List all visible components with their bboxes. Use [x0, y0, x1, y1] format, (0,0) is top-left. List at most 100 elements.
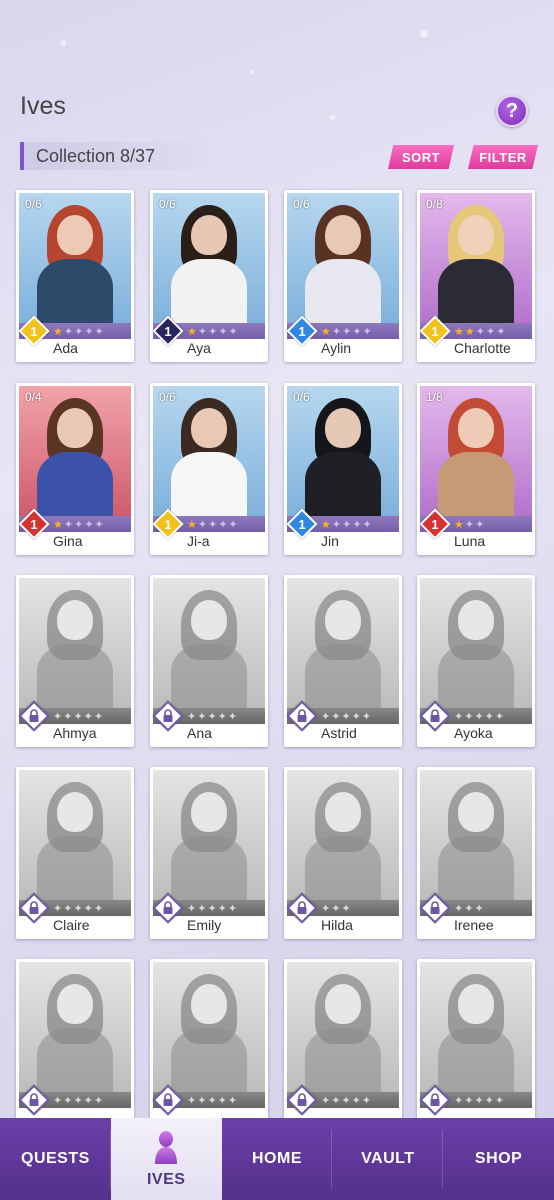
character-portrait	[287, 962, 399, 1092]
star-empty-icon: ✦	[73, 710, 83, 723]
star-empty-icon: ✦	[321, 902, 331, 915]
character-portrait: 0/6	[287, 386, 399, 516]
star-empty-icon: ✦	[208, 325, 218, 338]
star-empty-icon: ✦	[83, 902, 93, 915]
star-empty-icon: ✦	[474, 902, 484, 915]
lock-icon	[424, 1089, 446, 1111]
nav-home[interactable]: HOME	[222, 1118, 333, 1200]
character-name: Ahmya	[53, 725, 97, 741]
character-card[interactable]: ✦ ✦ ✦ ✦ ✦	[417, 959, 535, 1131]
character-card[interactable]: ✦ ✦ ✦ ✦ ✦	[284, 959, 402, 1131]
character-card[interactable]: ✦ ✦ ✦ ✦ ✦ Astrid	[284, 575, 402, 747]
character-name: Luna	[454, 533, 486, 549]
character-card[interactable]: 0/6 ★ ✦ ✦ ✦ ✦ Jin 1	[284, 383, 402, 555]
character-card[interactable]: 0/6 ★ ✦ ✦ ✦ ✦ Ji-a 1	[150, 383, 268, 555]
character-card[interactable]: 0/8 ★ ★ ✦ ✦ ✦ Charlotte 1	[417, 190, 535, 362]
star-empty-icon: ✦	[187, 902, 197, 915]
star-empty-icon: ✦	[341, 710, 351, 723]
lock-icon	[157, 1089, 179, 1111]
star-empty-icon: ✦	[197, 710, 207, 723]
card-progress: 0/6	[159, 390, 176, 404]
star-filled-icon: ★	[454, 518, 464, 531]
star-empty-icon: ✦	[485, 325, 496, 338]
star-empty-icon: ✦	[218, 518, 228, 531]
character-card[interactable]: ✦ ✦ ✦ ✦ ✦ Ahmya	[16, 575, 134, 747]
star-empty-icon: ✦	[321, 710, 331, 723]
level-number: 1	[30, 516, 38, 532]
character-name: Ji-a	[187, 533, 210, 549]
card-progress: 0/8	[426, 197, 443, 211]
star-empty-icon: ✦	[93, 1094, 104, 1107]
lock-icon	[23, 1089, 45, 1111]
character-name: Hilda	[321, 917, 353, 933]
character-card[interactable]: ✦ ✦ ✦ ✦ ✦ Ayoka	[417, 575, 535, 747]
star-empty-icon: ✦	[454, 710, 464, 723]
star-empty-icon: ✦	[217, 1094, 227, 1107]
star-empty-icon: ✦	[208, 518, 218, 531]
star-empty-icon: ✦	[63, 1094, 73, 1107]
star-empty-icon: ✦	[217, 710, 227, 723]
character-portrait: 0/4	[19, 386, 131, 516]
star-empty-icon: ✦	[331, 710, 341, 723]
character-card[interactable]: ✦ ✦ ✦ ✦ ✦	[16, 959, 134, 1131]
character-name: Irenee	[454, 917, 494, 933]
nav-label: IVES	[146, 1170, 186, 1188]
star-empty-icon: ✦	[197, 325, 208, 338]
character-portrait	[153, 578, 265, 708]
card-progress: 0/6	[293, 197, 310, 211]
star-empty-icon: ✦	[464, 902, 474, 915]
character-card[interactable]: ✦ ✦ ✦ ✦ ✦ Ana	[150, 575, 268, 747]
star-empty-icon: ✦	[361, 710, 372, 723]
star-empty-icon: ✦	[207, 710, 217, 723]
star-empty-icon: ✦	[341, 902, 351, 915]
character-name: Aya	[187, 340, 211, 356]
lock-icon	[23, 705, 45, 727]
level-number: 1	[30, 323, 38, 339]
lock-icon	[157, 705, 179, 727]
character-card[interactable]: ✦ ✦ ✦ ✦ ✦ Claire	[16, 767, 134, 939]
lock-icon	[424, 897, 446, 919]
star-filled-icon: ★	[464, 325, 475, 338]
star-empty-icon: ✦	[207, 902, 217, 915]
star-empty-icon: ✦	[93, 902, 104, 915]
nav-vault[interactable]: VAULT	[332, 1118, 444, 1200]
character-card[interactable]: ✦ ✦ ✦ ✦ ✦	[150, 959, 268, 1131]
character-name: Gina	[53, 533, 83, 549]
star-empty-icon: ✦	[63, 902, 73, 915]
star-empty-icon: ✦	[227, 710, 238, 723]
star-empty-icon: ✦	[342, 518, 352, 531]
star-empty-icon: ✦	[454, 1094, 464, 1107]
character-card[interactable]: ✦ ✦ ✦ Hilda	[284, 767, 402, 939]
nav-ives[interactable]: IVES	[110, 1118, 222, 1200]
star-empty-icon: ✦	[352, 325, 362, 338]
star-empty-icon: ✦	[362, 518, 372, 531]
nav-quests[interactable]: QUESTS	[0, 1118, 111, 1200]
star-empty-icon: ✦	[94, 518, 104, 531]
character-card[interactable]: 0/6 ★ ✦ ✦ ✦ ✦ Aya 1	[150, 190, 268, 362]
character-portrait	[420, 962, 532, 1092]
character-card[interactable]: 0/4 ★ ✦ ✦ ✦ ✦ Gina 1	[16, 383, 134, 555]
level-number: 1	[298, 516, 306, 532]
nav-label: HOME	[251, 1150, 302, 1167]
character-card[interactable]: 1/8 ★ ✦ ✦ Luna 1	[417, 383, 535, 555]
character-card[interactable]: 0/6 ★ ✦ ✦ ✦ ✦ Ada 1	[16, 190, 134, 362]
star-empty-icon: ✦	[227, 1094, 238, 1107]
lock-icon	[291, 1089, 313, 1111]
star-empty-icon: ✦	[331, 325, 342, 338]
star-empty-icon: ✦	[494, 710, 505, 723]
nav-shop[interactable]: SHOP	[443, 1118, 554, 1200]
character-card[interactable]: ✦ ✦ ✦ ✦ ✦ Emily	[150, 767, 268, 939]
level-number: 1	[164, 516, 172, 532]
star-filled-icon: ★	[53, 518, 63, 531]
character-card[interactable]: ✦ ✦ ✦ Irenee	[417, 767, 535, 939]
character-card[interactable]: 0/6 ★ ✦ ✦ ✦ ✦ Aylin 1	[284, 190, 402, 362]
level-number: 1	[431, 323, 439, 339]
character-name: Ana	[187, 725, 212, 741]
star-empty-icon: ✦	[84, 325, 94, 338]
character-portrait: 0/6	[287, 193, 399, 323]
character-name: Claire	[53, 917, 90, 933]
star-empty-icon: ✦	[464, 518, 475, 531]
character-name: Astrid	[321, 725, 357, 741]
star-empty-icon: ✦	[84, 518, 94, 531]
star-empty-icon: ✦	[484, 710, 494, 723]
